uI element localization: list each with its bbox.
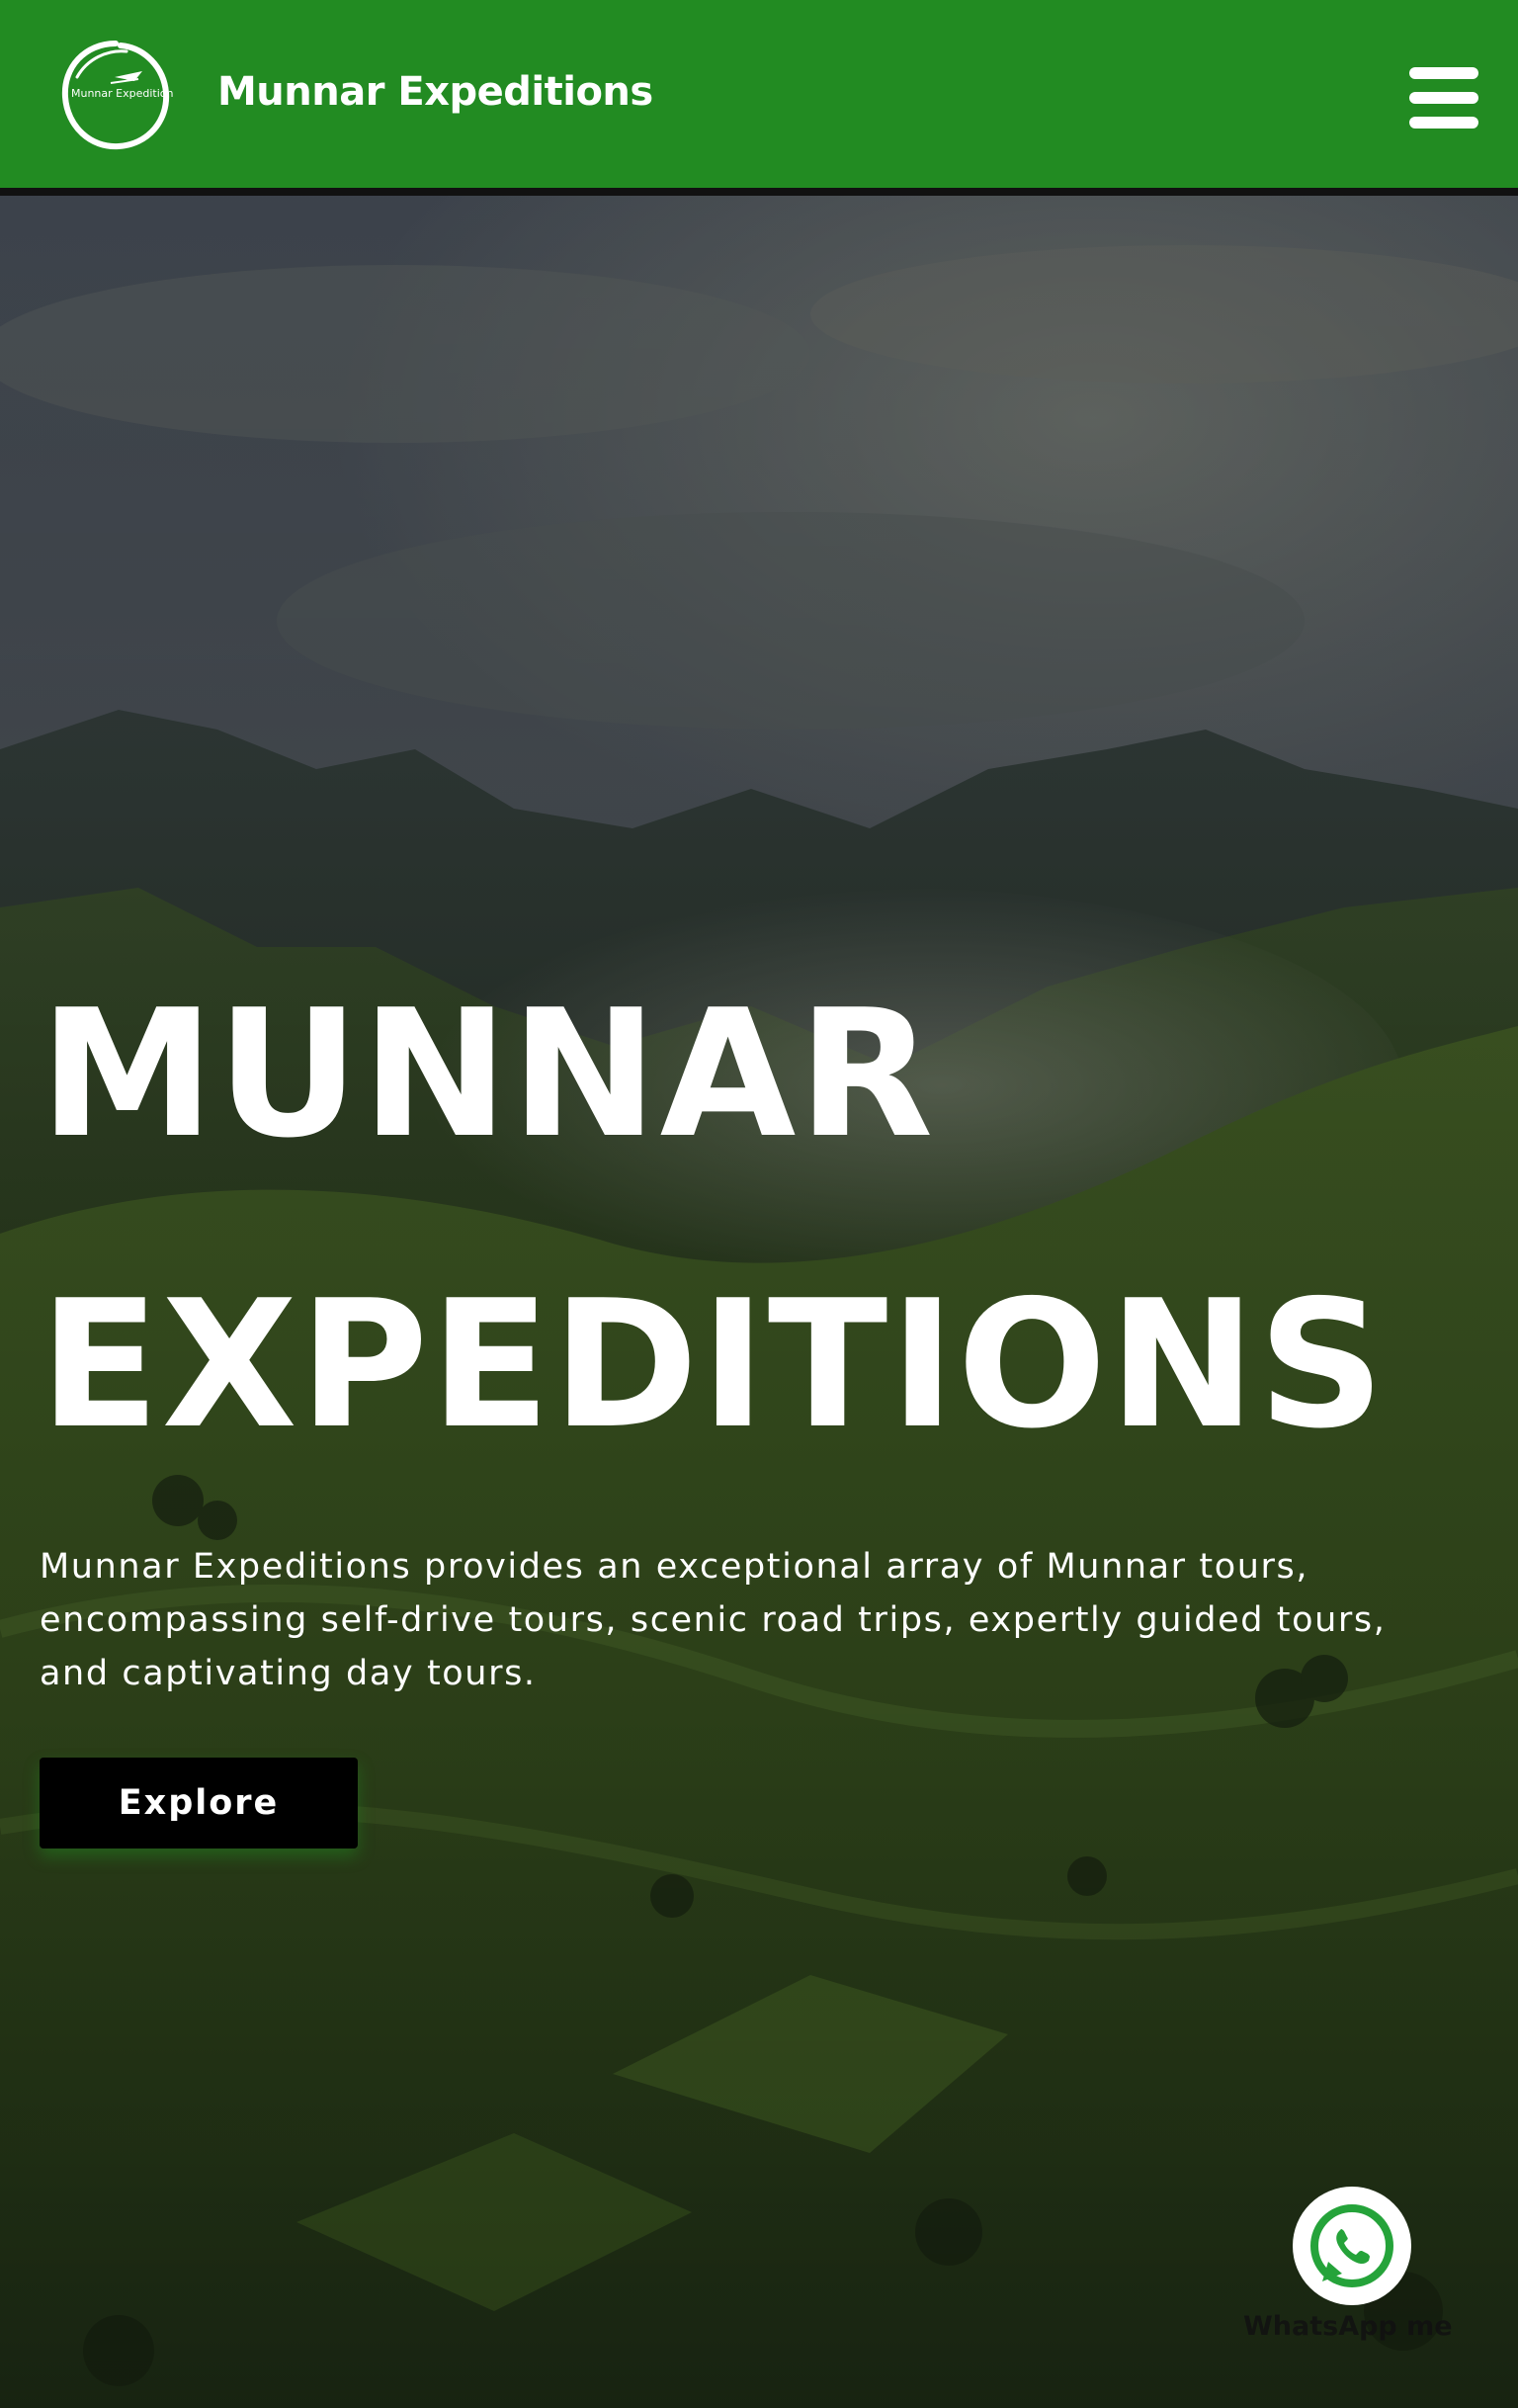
whatsapp-icon bbox=[1310, 2204, 1393, 2287]
explore-button[interactable]: Explore bbox=[40, 1758, 358, 1849]
hero-section: MUNNAR EXPEDITIONS Munnar Expeditions pr… bbox=[0, 196, 1518, 2408]
hero-description: Munnar Expeditions provides an exception… bbox=[40, 1547, 1387, 1693]
brand-name[interactable]: Munnar Expeditions bbox=[217, 69, 653, 115]
whatsapp-label[interactable]: WhatsApp me bbox=[1243, 2311, 1453, 2342]
hero-title-line2: EXPEDITIONS bbox=[40, 1262, 1387, 1467]
logo-text: Munnar Expedition bbox=[71, 87, 174, 100]
whatsapp-button[interactable] bbox=[1293, 2187, 1411, 2305]
hamburger-icon[interactable] bbox=[1409, 67, 1478, 129]
hero-title-line1: MUNNAR bbox=[40, 972, 936, 1176]
site-header: Munnar Expedition Munnar Expeditions bbox=[0, 0, 1518, 196]
